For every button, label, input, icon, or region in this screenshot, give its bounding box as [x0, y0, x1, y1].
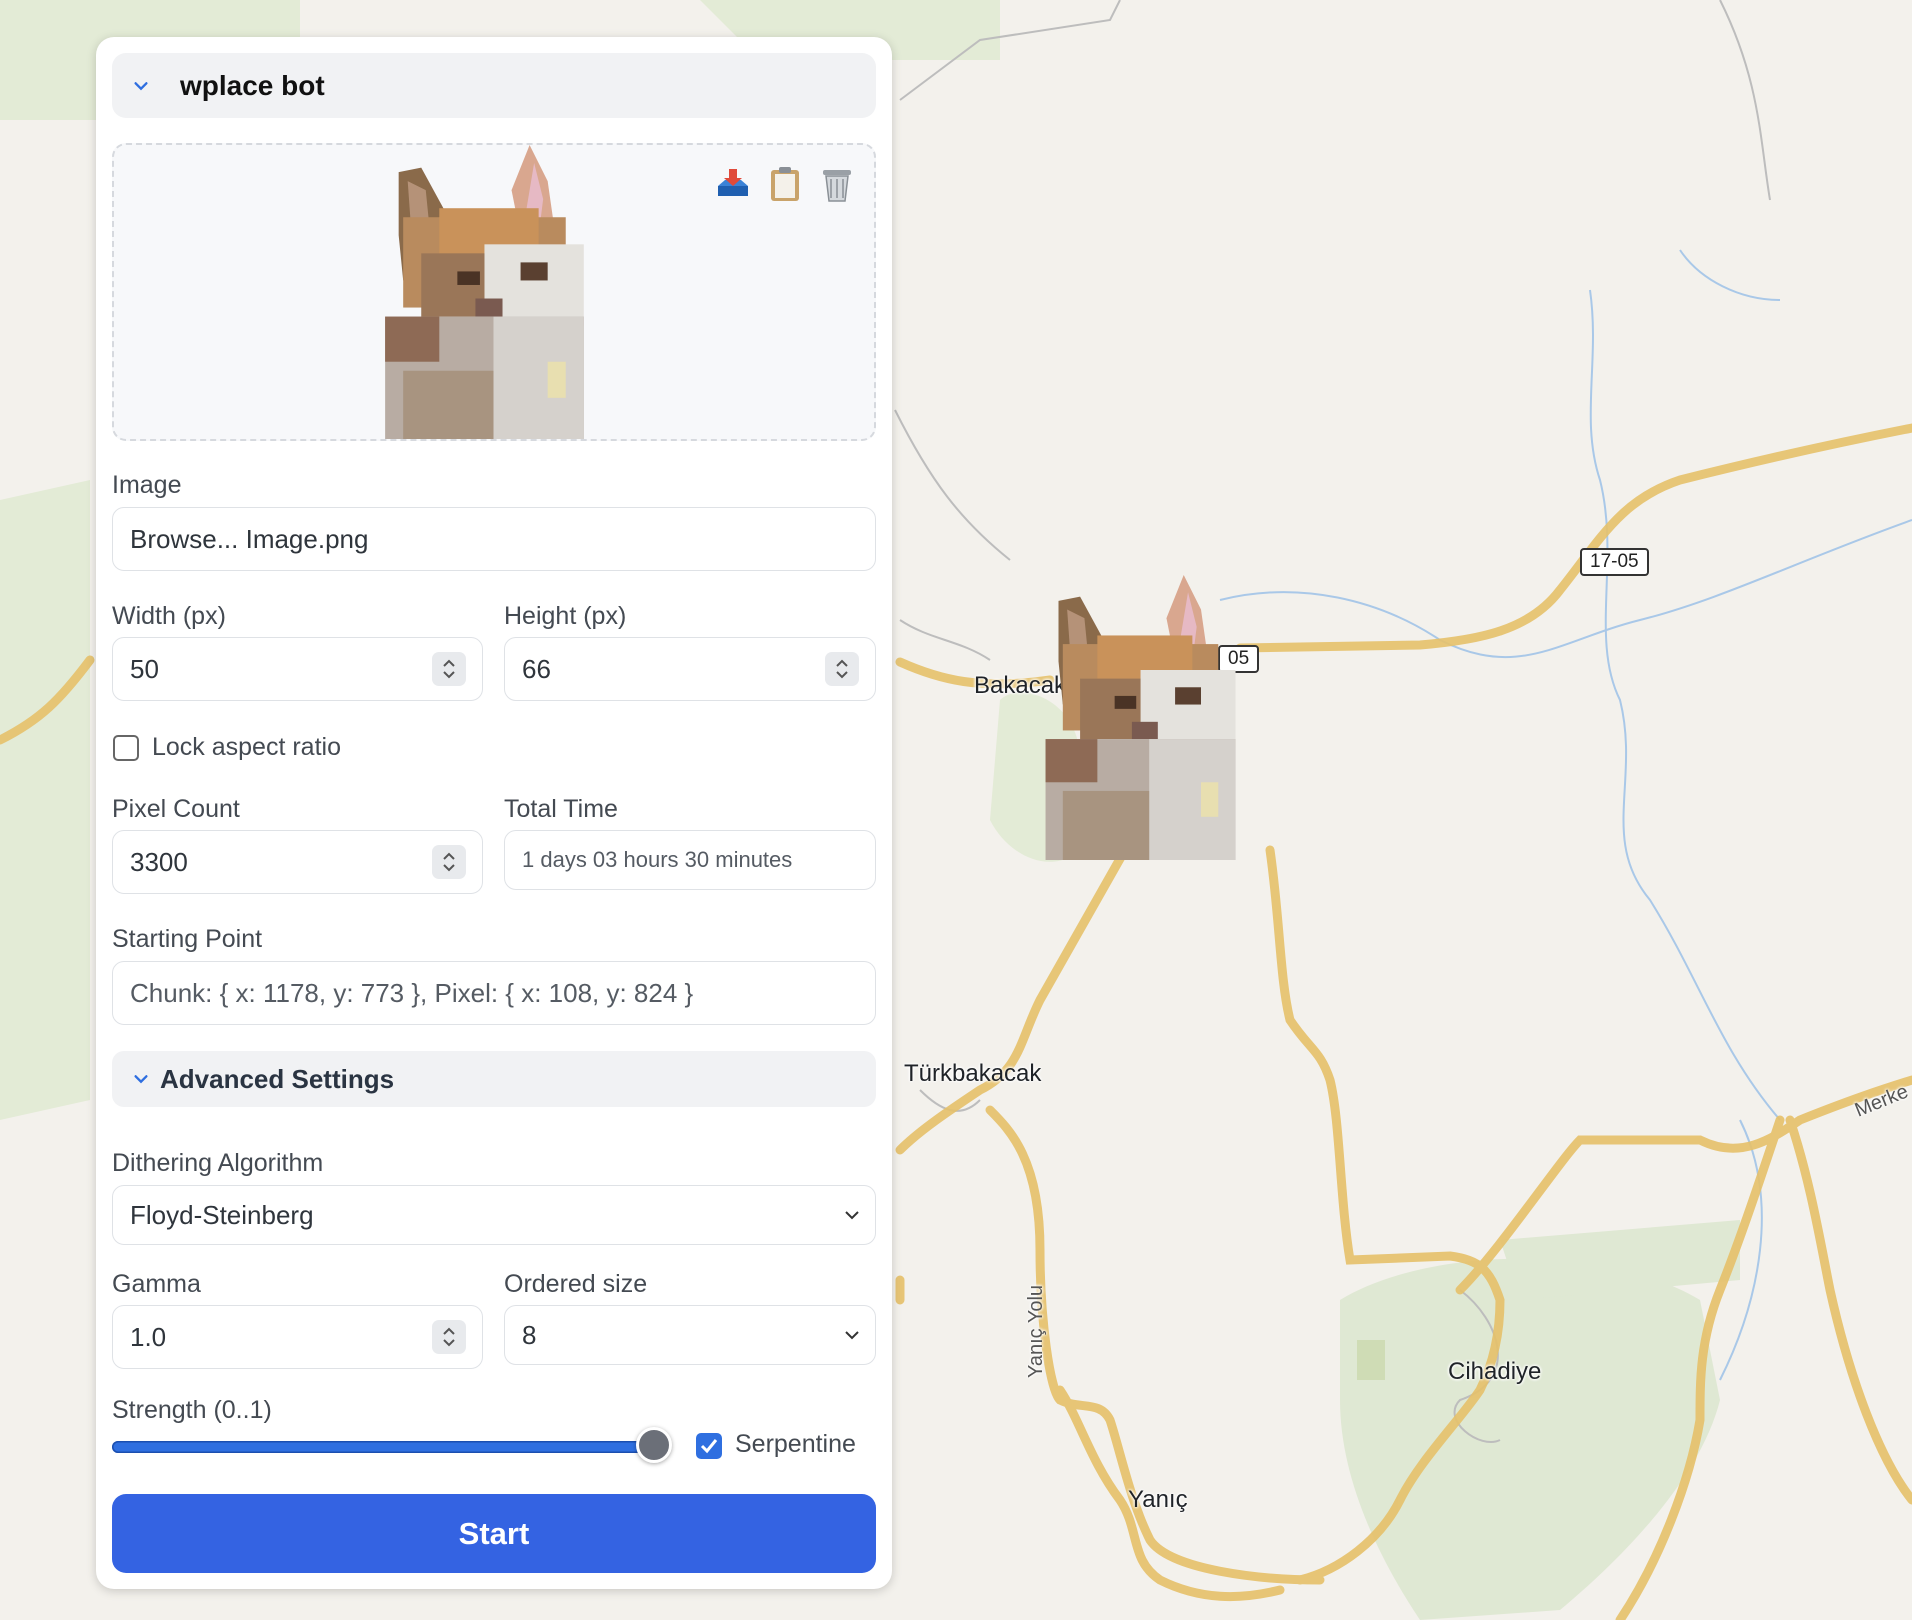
placed-image-overlay[interactable]	[1045, 575, 1262, 860]
paste-button[interactable]	[766, 165, 804, 203]
width-label: Width (px)	[112, 602, 226, 630]
gamma-label: Gamma	[112, 1270, 201, 1298]
starting-point-field[interactable]: Chunk: { x: 1178, y: 773 }, Pixel: { x: …	[112, 961, 876, 1025]
stepper-arrows-icon	[443, 1327, 455, 1347]
panel-header[interactable]: wplace bot	[112, 53, 876, 118]
height-value: 66	[522, 653, 551, 684]
chevron-down-icon	[845, 1331, 859, 1340]
pixel-count-value: 3300	[130, 846, 188, 877]
strength-label: Strength (0..1)	[112, 1396, 272, 1424]
serpentine-checkbox[interactable]	[696, 1433, 722, 1459]
stepper-arrows-icon	[836, 659, 848, 679]
stepper-arrows-icon	[443, 659, 455, 679]
map-label-yanic: Yanıç	[1128, 1486, 1188, 1513]
pixel-count-label: Pixel Count	[112, 795, 240, 823]
height-label: Height (px)	[504, 602, 627, 630]
ordered-size-select[interactable]: 8	[504, 1305, 876, 1365]
image-label: Image	[112, 471, 182, 499]
pixel-count-stepper[interactable]	[432, 845, 466, 879]
trash-icon	[823, 170, 851, 202]
bot-panel: wplace bot Image Browse... Image.png Wid…	[96, 37, 892, 1589]
total-time-label: Total Time	[504, 795, 618, 823]
height-stepper[interactable]	[825, 652, 859, 686]
stepper-arrows-icon	[443, 852, 455, 872]
width-input[interactable]: 50	[112, 637, 483, 701]
strength-slider[interactable]	[112, 1441, 652, 1453]
chevron-down-icon	[134, 1075, 148, 1084]
dithering-value: Floyd-Steinberg	[130, 1199, 314, 1230]
gamma-stepper[interactable]	[432, 1320, 466, 1354]
width-stepper[interactable]	[432, 652, 466, 686]
road-shield: 17-05	[1580, 548, 1649, 576]
start-button[interactable]: Start	[112, 1494, 876, 1573]
lock-aspect-label[interactable]: Lock aspect ratio	[152, 733, 341, 762]
total-time-field: 1 days 03 hours 30 minutes	[504, 830, 876, 890]
checkmark-icon	[700, 1439, 718, 1454]
gamma-value: 1.0	[130, 1321, 167, 1352]
dithering-label: Dithering Algorithm	[112, 1149, 324, 1177]
strength-slider-thumb[interactable]	[636, 1427, 672, 1463]
delete-button[interactable]	[818, 165, 856, 203]
image-preview[interactable]	[112, 143, 876, 441]
gamma-input[interactable]: 1.0	[112, 1305, 483, 1369]
ordered-size-value: 8	[522, 1319, 537, 1350]
height-input[interactable]: 66	[504, 637, 876, 701]
map-label-cihadiye: Cihadiye	[1448, 1358, 1542, 1385]
map-label-turkbakacak: Türkbakacak	[904, 1060, 1042, 1087]
dithering-select[interactable]: Floyd-Steinberg	[112, 1185, 876, 1245]
map-label-yanic-yolu: Yanıç Yolu	[1025, 1284, 1048, 1379]
pixel-count-input[interactable]: 3300	[112, 830, 483, 894]
panel-title: wplace bot	[180, 69, 325, 101]
lock-aspect-checkbox[interactable]	[113, 735, 139, 761]
chevron-down-icon	[845, 1211, 859, 1220]
advanced-settings-title: Advanced Settings	[160, 1063, 395, 1094]
width-value: 50	[130, 653, 159, 684]
import-button[interactable]	[714, 165, 752, 203]
import-tray-icon	[718, 169, 748, 196]
clipboard-icon	[771, 167, 799, 201]
image-file-input[interactable]: Browse... Image.png	[112, 507, 876, 571]
ordered-size-label: Ordered size	[504, 1270, 648, 1298]
starting-point-label: Starting Point	[112, 925, 263, 953]
preview-image	[385, 145, 584, 439]
serpentine-label[interactable]: Serpentine	[735, 1430, 856, 1459]
chevron-down-icon[interactable]	[132, 77, 150, 95]
advanced-settings-toggle[interactable]: Advanced Settings	[112, 1051, 876, 1107]
